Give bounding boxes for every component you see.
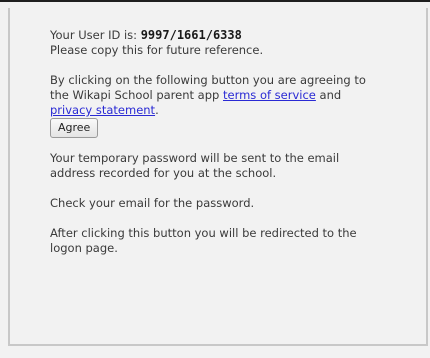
registration-screen: Your User ID is: 9997/1661/6338 Please c… bbox=[0, 0, 430, 358]
user-id-line: Your User ID is: 9997/1661/6338 bbox=[50, 28, 380, 43]
agreement-paragraph: By clicking on the following button you … bbox=[50, 73, 380, 118]
top-border bbox=[0, 0, 430, 2]
privacy-statement-link[interactable]: privacy statement bbox=[50, 103, 155, 117]
password-notice: Your temporary password will be sent to … bbox=[50, 151, 340, 180]
agree-button-row: Agree bbox=[50, 118, 380, 138]
content-panel: Your User ID is: 9997/1661/6338 Please c… bbox=[8, 8, 428, 344]
registration-content: Your User ID is: 9997/1661/6338 Please c… bbox=[50, 28, 380, 256]
user-id-label: Your User ID is: bbox=[50, 28, 141, 42]
redirect-notice: After clicking this button you will be r… bbox=[50, 226, 357, 255]
copy-note: Please copy this for future reference. bbox=[50, 43, 264, 57]
check-email-notice: Check your email for the password. bbox=[50, 196, 255, 210]
agreement-period: . bbox=[155, 103, 159, 117]
terms-of-service-link[interactable]: terms of service bbox=[223, 88, 316, 102]
user-id-value: 9997/1661/6338 bbox=[140, 28, 242, 42]
bottom-border bbox=[8, 344, 428, 346]
agree-button[interactable]: Agree bbox=[50, 118, 99, 138]
and-text: and bbox=[315, 88, 342, 102]
